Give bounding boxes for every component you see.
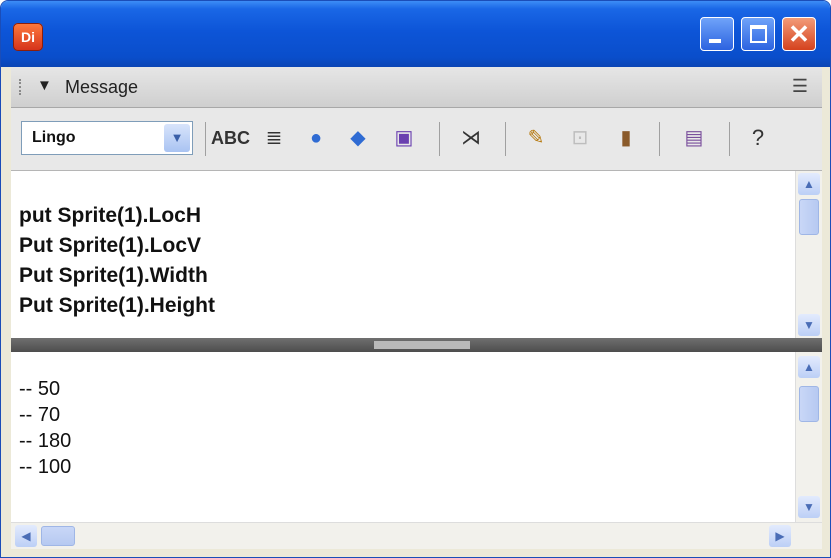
toolbar-separator — [729, 122, 730, 156]
output-line: -- 70 — [19, 404, 61, 426]
script-pane[interactable]: put Sprite(1).LocH Put Sprite(1).LocV Pu… — [11, 171, 822, 338]
chevron-down-icon[interactable]: ▼ — [164, 124, 190, 152]
scroll-left-icon[interactable]: ◀ — [15, 525, 37, 547]
script-line: Put Sprite(1).Width — [19, 264, 208, 287]
splitter-handle[interactable] — [374, 341, 470, 349]
title-bar[interactable]: Di ✕ — [1, 1, 830, 67]
toolbar: Lingo ▼ ABC ≣ ● ◆ ▣ ⋊ ✎ ⊡ ▮ ▤ ? — [11, 108, 822, 171]
output-line: -- 50 — [19, 378, 61, 400]
horizontal-scrollbar[interactable]: ◀ ▶ — [11, 522, 822, 549]
scripting-objects-icon[interactable]: ● — [299, 123, 333, 153]
script-line: Put Sprite(1).Height — [19, 294, 216, 317]
watch-expression-icon[interactable]: ✎ — [519, 123, 553, 153]
toolbar-separator — [505, 122, 506, 156]
scroll-up-icon[interactable]: ▲ — [798, 173, 820, 195]
close-icon: ✕ — [788, 19, 810, 49]
script-scrollbar[interactable]: ▲ ▼ — [795, 171, 822, 338]
director-app-icon[interactable]: Di — [13, 23, 43, 51]
output-scrollbar[interactable]: ▲ ▼ — [795, 352, 822, 522]
cast-member-script-icon[interactable]: ▮ — [609, 123, 643, 153]
trace-icon[interactable]: ⋊ — [451, 123, 491, 153]
alphabetical-lingo-icon[interactable]: ABC — [211, 123, 250, 153]
output-pane[interactable]: -- 50 -- 70 -- 180 -- 100 ▲ ▼ — [11, 352, 822, 522]
clear-icon[interactable]: ▤ — [676, 123, 712, 153]
triangle-down-icon[interactable]: ▼ — [37, 77, 52, 94]
language-select-value: Lingo — [32, 129, 76, 146]
toolbar-separator — [205, 122, 206, 156]
message-window: Di ✕ ▼ Message ☰ Lingo ▼ ABC ≣ ● ◆ ▣ ⋊ ✎… — [0, 0, 831, 558]
scroll-right-icon[interactable]: ▶ — [769, 525, 791, 547]
output-line: -- 100 — [19, 456, 72, 478]
pane-splitter[interactable] — [11, 338, 822, 352]
scroll-thumb[interactable] — [799, 199, 819, 235]
scroll-down-icon[interactable]: ▼ — [798, 496, 820, 518]
scripting-xtras-icon[interactable]: ▣ — [385, 123, 423, 153]
minimize-button[interactable] — [700, 17, 734, 51]
output-line: -- 180 — [19, 430, 72, 452]
toolbar-separator — [439, 122, 440, 156]
script-line: put Sprite(1).LocH — [19, 204, 201, 227]
categorized-lingo-icon[interactable]: ≣ — [257, 123, 291, 153]
script-line: Put Sprite(1).LocV — [19, 234, 202, 257]
panel-title: Message — [65, 77, 139, 97]
scroll-thumb[interactable] — [41, 526, 75, 546]
panel-header[interactable]: ▼ Message ☰ — [11, 67, 822, 108]
3d-lingo-icon[interactable]: ◆ — [341, 123, 375, 153]
scroll-down-icon[interactable]: ▼ — [798, 314, 820, 336]
maximize-icon — [750, 25, 767, 43]
grip-icon[interactable] — [19, 79, 27, 95]
scroll-thumb[interactable] — [799, 386, 819, 422]
scroll-up-icon[interactable]: ▲ — [798, 356, 820, 378]
output-text: -- 50 -- 70 -- 180 -- 100 — [19, 376, 71, 480]
minimize-icon — [709, 39, 721, 43]
close-button[interactable]: ✕ — [782, 17, 816, 51]
language-select[interactable]: Lingo ▼ — [21, 121, 193, 155]
maximize-button[interactable] — [741, 17, 775, 51]
toolbar-separator — [659, 122, 660, 156]
inspect-object-icon[interactable]: ⊡ — [563, 123, 597, 153]
help-icon[interactable]: ? — [741, 123, 775, 153]
script-text[interactable]: put Sprite(1).LocH Put Sprite(1).LocV Pu… — [19, 201, 215, 321]
panel-options-icon[interactable]: ☰ — [792, 76, 808, 97]
